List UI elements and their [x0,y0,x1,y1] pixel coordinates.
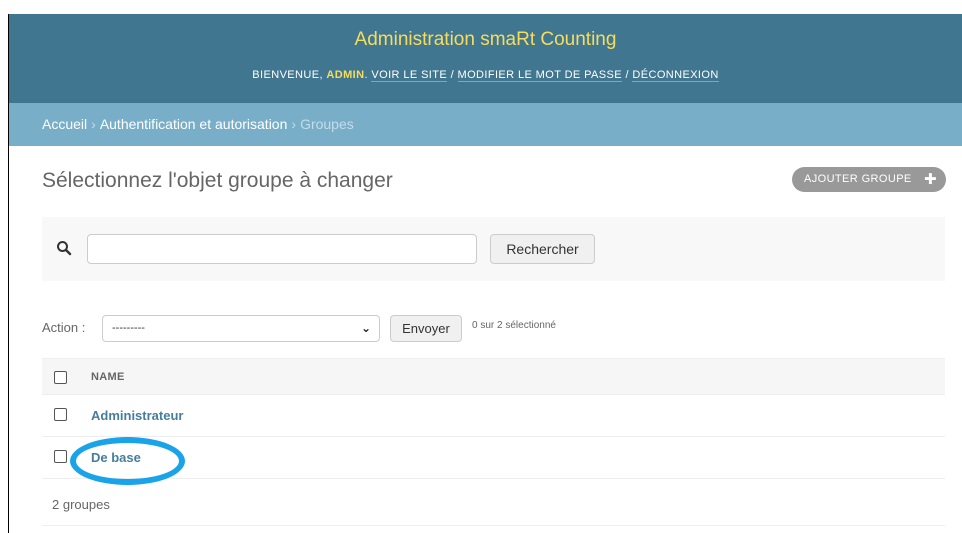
add-group-button[interactable]: AJOUTER GROUPE ✚ [792,167,946,192]
add-group-label: AJOUTER GROUPE [804,173,912,185]
select-all-checkbox[interactable] [54,371,67,384]
row-checkbox[interactable] [54,450,67,463]
search-toolbar: Rechercher [42,217,945,281]
action-select-value: --------- [112,322,145,334]
breadcrumb-current: Groupes [300,116,354,132]
separator: / [625,69,629,81]
result-count: 2 groupes [52,497,110,512]
breadcrumb-separator: › [91,116,96,132]
plus-icon: ✚ [924,171,937,188]
send-action-button[interactable]: Envoyer [390,315,462,342]
breadcrumb: Accueil › Authentification et autorisation… [9,103,962,146]
chevron-down-icon: ⌄ [360,321,371,335]
table-row: Administrateur [42,395,945,437]
table-row: De base [42,437,945,479]
username: ADMIN [326,69,365,81]
action-label: Action : [42,320,86,335]
logout-link[interactable]: DÉCONNEXION [632,69,719,82]
welcome-text: BIENVENUE, [252,69,323,81]
view-site-link[interactable]: VOIR LE SITE [371,69,448,82]
column-header-name[interactable]: NAME [91,371,125,383]
group-link[interactable]: Administrateur [91,408,183,423]
breadcrumb-home-link[interactable]: Accueil [42,116,87,132]
selection-counter: 0 sur 2 sélectionné [472,320,556,331]
divider [42,525,945,526]
user-tools: BIENVENUE, ADMIN. VOIR LE SITE / MODIFIE… [252,69,719,82]
table-header: NAME [42,358,945,395]
search-icon [57,241,72,256]
row-checkbox[interactable] [54,408,67,421]
separator: / [450,69,455,81]
admin-header: Administration smaRt Counting BIENVENUE,… [9,14,962,103]
breadcrumb-app-link[interactable]: Authentification et autorisation [100,116,288,132]
page-title: Sélectionnez l'objet groupe à changer [42,169,393,192]
group-link[interactable]: De base [91,450,141,465]
breadcrumb-separator: › [291,116,297,132]
search-button[interactable]: Rechercher [490,234,595,264]
screenshot-stage: Administration smaRt Counting BIENVENUE,… [0,0,962,533]
site-title[interactable]: Administration smaRt Counting [9,29,962,51]
cropped-top-edge [0,0,962,14]
action-select[interactable]: --------- ⌄ [102,315,380,342]
search-input[interactable] [87,234,477,264]
change-password-link[interactable]: MODIFIER LE MOT DE PASSE [457,69,622,82]
